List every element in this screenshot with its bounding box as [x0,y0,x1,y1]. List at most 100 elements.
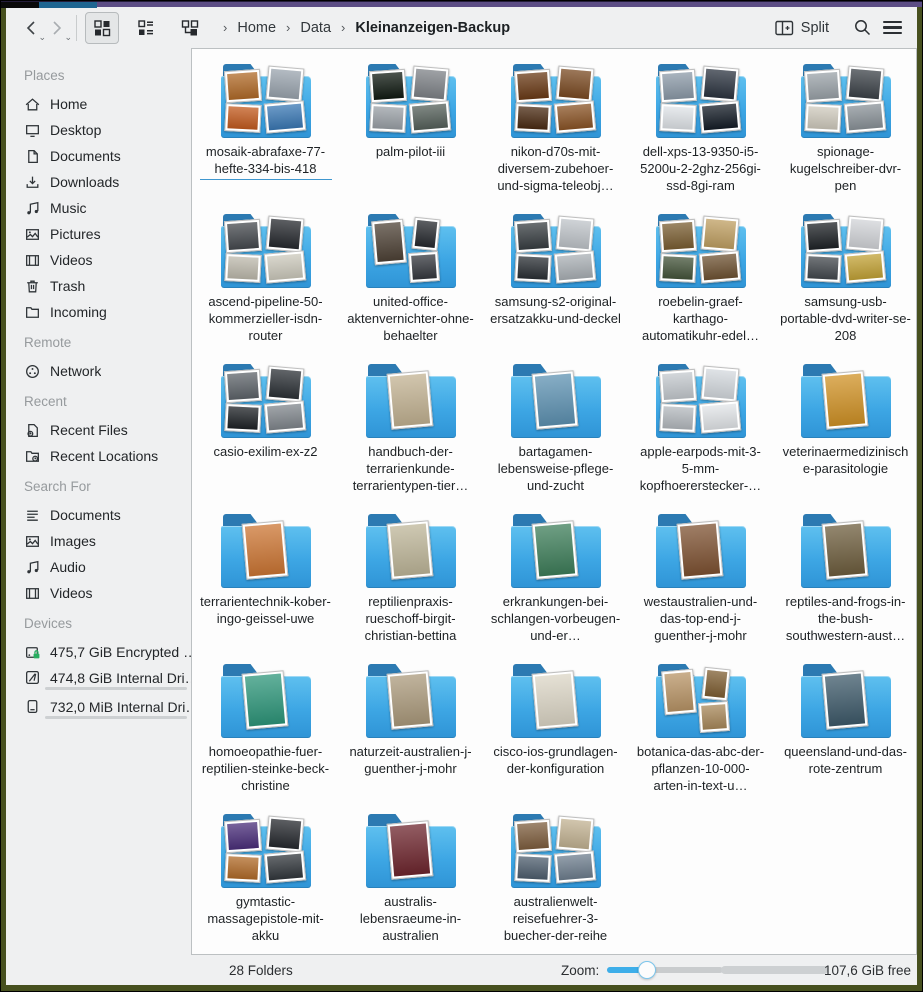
photo-thumbnail [241,670,288,729]
folder-item-bartagamen-lebensweise-pflege-und-zucht[interactable]: bartagamen-lebensweise-pflege-und-zucht [483,359,628,509]
sidebar-item-label: Music [50,200,87,216]
folder-item-casio-exilim-ex-z2[interactable]: casio-exilim-ex-z2 [193,359,338,509]
folder-item-homoeopathie-fuer-reptilien-steinke-beck[interactable]: homoeopathie-fuer-reptilien-steinke-beck… [193,659,338,809]
folder-name: samsung-s2-original-ersatzakku-und-decke… [490,293,622,327]
sidebar-item-trash[interactable]: Trash [6,273,191,299]
folder-item-dell-xps-13-9350-i5-5200u-2-2ghz-256gi-s[interactable]: dell-xps-13-9350-i5-5200u-2-2ghz-256gi-s… [628,59,773,209]
sidebar-item-recent-locations[interactable]: Recent Locations [6,443,191,469]
image-icon [24,533,41,550]
photo-thumbnail [263,850,305,883]
photo-thumbnail [659,253,696,283]
back-button[interactable]: ⌄ [18,15,44,41]
photo-thumbnail [407,251,439,283]
sidebar-item-475-7-gib-encrypted[interactable]: 475,7 GiB Encrypted … [6,639,191,665]
folder-item-westaustralien-und-das-top-end-j-guenthe[interactable]: westaustralien-und-das-top-end-j-guenthe… [628,509,773,659]
folder-item-cisco-ios-grundlagen-der-konfiguration[interactable]: cisco-ios-grundlagen-der-konfiguration [483,659,628,809]
split-button[interactable]: Split [775,20,829,36]
folder-name: casio-exilim-ex-z2 [200,443,332,460]
sidebar-section-places: Places [6,58,191,91]
folder-view: mosaik-abrafaxe-77-hefte-334-bis-418 palm… [191,48,917,955]
photo-thumbnail [265,215,304,252]
device-usage-bar [45,716,187,719]
sidebar-item-videos[interactable]: Videos [6,247,191,273]
folder-item-terrarientechnik-kober-ingo-geissel-uwe[interactable]: terrarientechnik-kober-ingo-geissel-uwe [193,509,338,659]
download-icon [24,174,41,191]
sidebar-item-home[interactable]: Home [6,91,191,117]
folder-item-mosaik-abrafaxe-77-hefte-334-bis-418[interactable]: mosaik-abrafaxe-77-hefte-334-bis-418 [193,59,338,209]
sidebar-item-recent-files[interactable]: Recent Files [6,417,191,443]
sidebar-item-incoming[interactable]: Incoming [6,299,191,325]
sidebar: PlacesHomeDesktopDocumentsDownloadsMusic… [6,48,191,955]
photo-thumbnail [553,100,595,133]
folder-item-handbuch-der-terrarienkunde-terrarientyp[interactable]: handbuch-der-terrarienkunde-terrarientyp… [338,359,483,509]
zoom-slider-handle[interactable] [638,961,656,979]
folder-item-united-office-aktenvernichter-ohne-behae[interactable]: united-office-aktenvernichter-ohne-behae… [338,209,483,359]
folder-name: apple-earpods-mit-3-5-mm-kopfhoerersteck… [635,443,767,494]
photo-thumbnail [843,100,885,133]
menu-button[interactable] [877,13,907,43]
folder-item-queensland-und-das-rote-zentrum[interactable]: queensland-und-das-rote-zentrum [773,659,917,809]
folder-item-reptiles-and-frogs-in-the-bush-southwest[interactable]: reptiles-and-frogs-in-the-bush-southwest… [773,509,917,659]
sidebar-item-documents[interactable]: Documents [6,502,191,528]
folder-item-veterinaermedizinische-parasitologie[interactable]: veterinaermedizinische-parasitologie [773,359,917,509]
folder-item-ascend-pipeline-50-kommerzieller-isdn-ro[interactable]: ascend-pipeline-50-kommerzieller-isdn-ro… [193,209,338,359]
sidebar-item-732-0-mib-internal-dri[interactable]: 732,0 MiB Internal Dri… [6,694,191,719]
photo-thumbnail [410,65,449,102]
folder-item-erkrankungen-bei-schlangen-vorbeugen-und[interactable]: erkrankungen-bei-schlangen-vorbeugen-und… [483,509,628,659]
forward-button[interactable]: ⌄ [44,15,70,41]
folder-item-botanica-das-abc-der-pflanzen-10-000-art[interactable]: botanica-das-abc-der-pflanzen-10-000-art… [628,659,773,809]
folder-item-reptilienpraxis-rueschoff-birgit-christi[interactable]: reptilienpraxis-rueschoff-birgit-christi… [338,509,483,659]
folder-item-spionage-kugelschreiber-dvr-pen[interactable]: spionage-kugelschreiber-dvr-pen [773,59,917,209]
folder-icon [800,664,892,738]
sidebar-item-network[interactable]: Network [6,358,191,384]
sidebar-item-desktop[interactable]: Desktop [6,117,191,143]
photo-thumbnail [265,65,304,102]
drive-removable-icon [24,698,41,715]
sidebar-item-pictures[interactable]: Pictures [6,221,191,247]
folder-item-palm-pilot-iii[interactable]: palm-pilot-iii [338,59,483,209]
folder-name: queensland-und-das-rote-zentrum [780,743,912,777]
folder-icon [365,514,457,588]
search-button[interactable] [847,13,877,43]
folder-item-naturzeit-australien-j-guenther-j-mohr[interactable]: naturzeit-australien-j-guenther-j-mohr [338,659,483,809]
photo-thumbnail [555,815,594,852]
sidebar-item-documents[interactable]: Documents [6,143,191,169]
folder-item-samsung-usb-portable-dvd-writer-se-208[interactable]: samsung-usb-portable-dvd-writer-se-208 [773,209,917,359]
sidebar-item-audio[interactable]: Audio [6,554,191,580]
folder-name: roebelin-graef-karthago-automatikuhr-ede… [635,293,767,344]
folder-icon [800,214,892,288]
zoom-slider[interactable] [607,961,723,979]
folder-icon [800,514,892,588]
split-icon [775,20,794,36]
breadcrumb-item-kleinanzeigen-backup[interactable]: Kleinanzeigen-Backup [353,18,512,38]
breadcrumb-item-home[interactable]: Home [235,18,278,38]
tree-view-button[interactable] [173,12,207,44]
sidebar-item-music[interactable]: Music [6,195,191,221]
sidebar-item-474-8-gib-internal-dri[interactable]: 474,8 GiB Internal Dri… [6,665,191,690]
sidebar-item-downloads[interactable]: Downloads [6,169,191,195]
folder-icon [24,304,41,321]
folder-icon [365,814,457,888]
forward-dropdown-caret[interactable]: ⌄ [64,33,72,42]
icons-view-button[interactable] [85,12,119,44]
sidebar-item-images[interactable]: Images [6,528,191,554]
photo-thumbnail [513,219,551,253]
folder-name: palm-pilot-iii [345,143,477,160]
folder-name: nikon-d70s-mit-diversem-zubehoer-und-sig… [490,143,622,194]
photo-thumbnail [698,250,740,283]
folder-item-australienwelt-reisefuehrer-3-buecher-de[interactable]: australienwelt-reisefuehrer-3-buecher-de… [483,809,628,955]
folder-item-gymtastic-massagepistole-mit-akku[interactable]: gymtastic-massagepistole-mit-akku [193,809,338,955]
photo-thumbnail [224,103,261,133]
compact-view-button[interactable] [129,12,163,44]
sidebar-item-label: Documents [50,507,121,523]
folder-item-apple-earpods-mit-3-5-mm-kopfhoerersteck[interactable]: apple-earpods-mit-3-5-mm-kopfhoerersteck… [628,359,773,509]
photo-thumbnail [803,219,841,253]
folder-item-roebelin-graef-karthago-automatikuhr-ede[interactable]: roebelin-graef-karthago-automatikuhr-ede… [628,209,773,359]
folder-item-australis-lebensraeume-in-australien[interactable]: australis-lebensraeume-in-australien [338,809,483,955]
sidebar-item-videos[interactable]: Videos [6,580,191,606]
folder-item-nikon-d70s-mit-diversem-zubehoer-und-sig[interactable]: nikon-d70s-mit-diversem-zubehoer-und-sig… [483,59,628,209]
folder-item-samsung-s2-original-ersatzakku-und-decke[interactable]: samsung-s2-original-ersatzakku-und-decke… [483,209,628,359]
breadcrumb-item-data[interactable]: Data [298,18,333,38]
video-icon [24,585,41,602]
photo-thumbnail [658,369,696,403]
